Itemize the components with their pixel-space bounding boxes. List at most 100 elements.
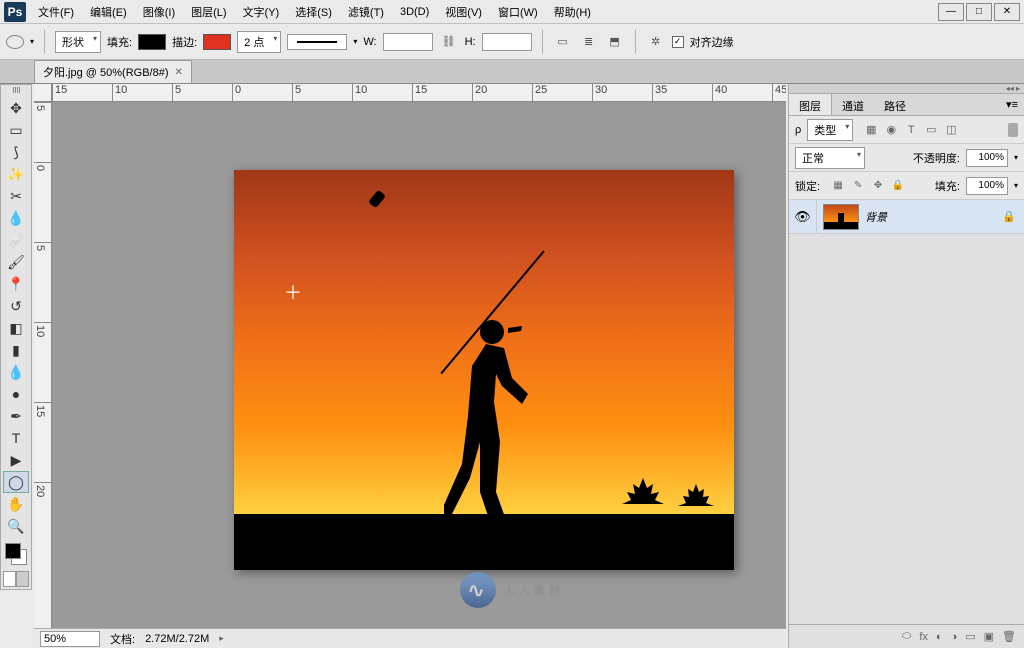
blur-tool[interactable]: 💧 [3,361,29,383]
eyedropper-tool[interactable]: 💧 [3,207,29,229]
foreground-color-swatch[interactable] [5,543,21,559]
move-tool[interactable]: ✥ [3,97,29,119]
tool-preset-icon[interactable] [6,35,24,49]
filter-smart-icon[interactable]: ◫ [943,122,959,138]
link-wh-icon[interactable]: ⛓ [439,32,459,52]
adjustment-layer-icon[interactable]: ◑ [951,631,958,643]
healing-tool[interactable]: 🩹 [3,229,29,251]
delete-layer-icon[interactable]: 🗑 [1002,630,1016,643]
menu-help[interactable]: 帮助(H) [546,1,599,23]
layer-fx-icon[interactable]: fx [919,631,928,643]
stroke-swatch[interactable] [203,34,231,50]
ellipse-tool[interactable]: ◯ [3,471,29,493]
link-layers-icon[interactable]: ⬭ [902,630,911,643]
menu-type[interactable]: 文字(Y) [235,1,288,23]
zoom-tool[interactable]: 🔍 [3,515,29,537]
filter-toggle[interactable] [1008,123,1018,137]
gear-icon[interactable]: ✲ [646,32,666,52]
path-select-tool[interactable]: ▶ [3,449,29,471]
divider [44,30,45,54]
minimize-button[interactable]: ― [938,3,964,21]
stroke-width-input[interactable]: 2 点 [237,31,281,53]
lock-position-icon[interactable]: ✥ [870,178,886,194]
gradient-tool[interactable]: ▮ [3,339,29,361]
layer-mask-icon[interactable]: ◐ [936,631,943,643]
tab-layers[interactable]: 图层 [789,94,832,115]
panel-grip[interactable] [2,87,30,95]
menu-view[interactable]: 视图(V) [437,1,490,23]
horizontal-ruler[interactable]: 15 10 5 0 5 10 15 20 25 30 35 40 45 [52,84,786,102]
ruler-origin[interactable] [34,84,52,102]
menu-file[interactable]: 文件(F) [30,1,82,23]
tab-paths[interactable]: 路径 [874,94,916,115]
layer-lock-icon[interactable]: 🔒 [1002,210,1016,223]
align-edges-checkbox[interactable]: ✓ [672,36,684,48]
lasso-tool[interactable]: ⟆ [3,141,29,163]
filter-pixel-icon[interactable]: ▦ [863,122,879,138]
layer-name[interactable]: 背景 [865,209,1002,225]
pen-tool[interactable]: ✒ [3,405,29,427]
lock-pixels-icon[interactable]: ✎ [850,178,866,194]
menu-filter[interactable]: 滤镜(T) [340,1,392,23]
status-bar: 文档: 2.72M/2.72M ▸ [34,628,786,648]
ruler-tick: 15 [34,402,52,417]
menu-edit[interactable]: 编辑(E) [82,1,135,23]
eraser-tool[interactable]: ◧ [3,317,29,339]
document-canvas[interactable] [234,170,734,570]
layer-thumbnail[interactable] [823,204,859,230]
hand-tool[interactable]: ✋ [3,493,29,515]
fill-swatch[interactable] [138,34,166,50]
crop-tool[interactable]: ✂ [3,185,29,207]
document-tab[interactable]: 夕阳.jpg @ 50%(RGB/8#) ✕ [34,60,192,83]
new-layer-icon[interactable]: ▣ [984,630,994,643]
menu-select[interactable]: 选择(S) [287,1,340,23]
layer-item[interactable]: 👁 背景 🔒 [789,200,1024,234]
close-button[interactable]: ✕ [994,3,1020,21]
layer-visibility-icon[interactable]: 👁 [789,200,817,234]
path-combine-icon[interactable]: ▭ [553,32,573,52]
shape-mode-dropdown[interactable]: 形状 [55,31,101,53]
menu-layer[interactable]: 图层(L) [183,1,234,23]
image-ground [234,514,734,570]
status-flyout-icon[interactable]: ▸ [219,633,224,644]
filter-type-icon[interactable]: T [903,122,919,138]
width-input[interactable] [383,33,433,51]
path-align-icon[interactable]: ≣ [579,32,599,52]
ruler-tick: 15 [412,84,427,102]
fill-input[interactable] [966,177,1008,195]
zoom-input[interactable] [40,631,100,647]
tab-close-icon[interactable]: ✕ [175,67,183,78]
menu-image[interactable]: 图像(I) [135,1,183,23]
filter-adjust-icon[interactable]: ◉ [883,122,899,138]
menu-3d[interactable]: 3D(D) [392,3,437,21]
opacity-input[interactable] [966,149,1008,167]
history-brush-tool[interactable]: ↺ [3,295,29,317]
dodge-tool[interactable]: ● [3,383,29,405]
lock-transparent-icon[interactable]: ▦ [830,178,846,194]
opacity-label: 不透明度: [913,150,960,166]
panel-menu-icon[interactable]: ▾≡ [1000,94,1024,115]
layer-list: 👁 背景 🔒 [789,200,1024,234]
group-icon[interactable]: ▭ [965,630,975,643]
stamp-tool[interactable]: 📍 [3,273,29,295]
lock-all-icon[interactable]: 🔒 [890,178,906,194]
stroke-style-dropdown[interactable] [287,34,347,50]
marquee-tool[interactable]: ▭ [3,119,29,141]
ruler-tick: 20 [34,482,52,497]
height-input[interactable] [482,33,532,51]
brush-tool[interactable]: 🖌 [3,251,29,273]
filter-shape-icon[interactable]: ▭ [923,122,939,138]
blend-mode-dropdown[interactable]: 正常 [795,147,865,169]
color-swatches[interactable] [3,541,29,567]
magic-wand-tool[interactable]: ✨ [3,163,29,185]
path-arrange-icon[interactable]: ⬒ [605,32,625,52]
maximize-button[interactable]: □ [966,3,992,21]
type-tool[interactable]: T [3,427,29,449]
tab-channels[interactable]: 通道 [832,94,874,115]
panel-collapse-bar[interactable]: ◂◂ ▸ [789,84,1024,94]
quickmask-toggle[interactable] [3,571,29,587]
ruler-tick: 25 [532,84,547,102]
filter-type-dropdown[interactable]: 类型 [807,119,853,141]
vertical-ruler[interactable]: 5 0 5 10 15 20 [34,102,52,628]
menu-window[interactable]: 窗口(W) [490,1,546,23]
